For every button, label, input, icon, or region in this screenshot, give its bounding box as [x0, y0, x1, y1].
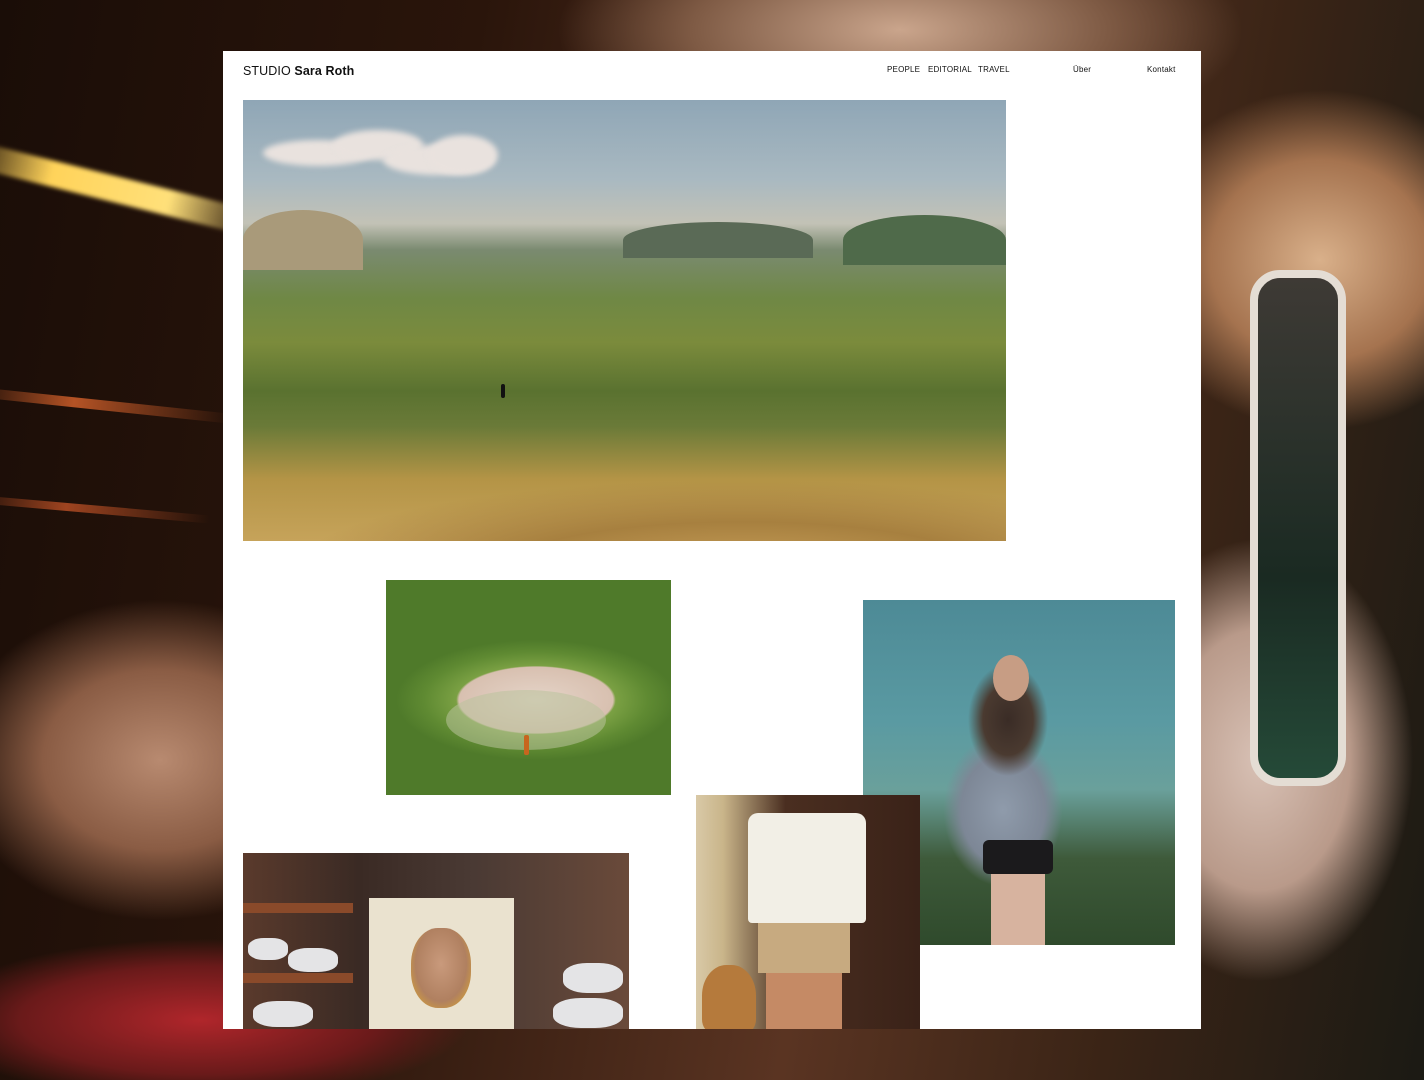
light-streak — [0, 139, 259, 237]
portfolio-page: STUDIO Sara Roth PEOPLE EDITORIAL TRAVEL… — [223, 51, 1201, 1029]
photo-tshirt-dog[interactable] — [696, 795, 920, 1029]
nav-about[interactable]: Über — [1073, 65, 1091, 74]
portrait-face — [993, 655, 1029, 701]
light-streak — [0, 386, 230, 424]
sack — [563, 963, 623, 993]
portrait-legs — [991, 874, 1045, 945]
car-window — [1250, 270, 1346, 786]
nav-contact[interactable]: Kontakt — [1147, 65, 1176, 74]
portrait-shorts — [983, 840, 1053, 874]
sack — [288, 948, 338, 972]
portrait-face — [411, 928, 471, 1008]
white-tshirt — [748, 813, 866, 923]
sack — [253, 1001, 313, 1027]
skater-figure — [524, 735, 529, 755]
dog — [702, 965, 756, 1029]
light-streak — [0, 494, 210, 524]
sack — [553, 998, 623, 1028]
brand-prefix: STUDIO — [243, 64, 295, 78]
shelf — [243, 973, 353, 983]
cloud — [428, 135, 498, 175]
sack — [248, 938, 288, 960]
khaki-shorts — [758, 923, 850, 973]
brand-name: Sara Roth — [294, 64, 355, 78]
shelf — [243, 903, 353, 913]
nav-editorial[interactable]: EDITORIAL — [928, 65, 972, 74]
brand-logo[interactable]: STUDIO Sara Roth — [243, 64, 354, 78]
legs — [766, 973, 842, 1029]
photo-warehouse-portrait[interactable] — [243, 853, 629, 1029]
photo-landscape-hills[interactable] — [243, 100, 1006, 541]
distant-hill — [843, 215, 1006, 265]
nav-travel[interactable]: TRAVEL — [978, 65, 1010, 74]
rocky-hill — [243, 210, 363, 270]
photo-skate-bowl[interactable] — [386, 580, 671, 795]
person-figure — [501, 384, 505, 398]
nav-people[interactable]: PEOPLE — [887, 65, 920, 74]
distant-hill — [623, 222, 813, 258]
